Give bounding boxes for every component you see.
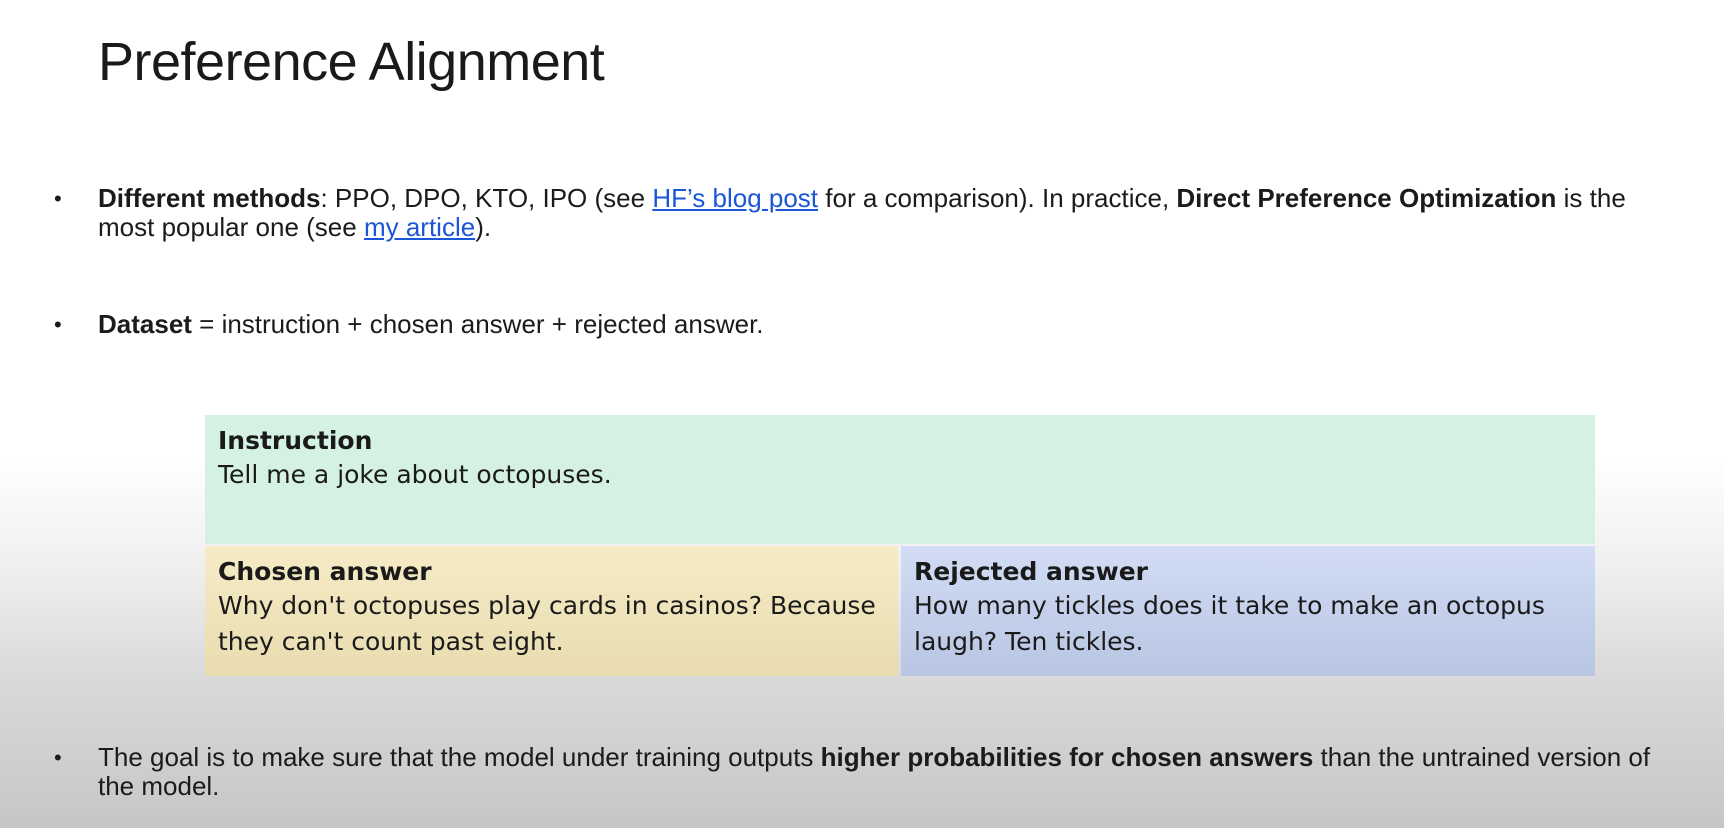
bullet-methods: • Different methods: PPO, DPO, KTO, IPO … <box>54 184 1674 242</box>
bullet-dot: • <box>54 745 62 770</box>
rejected-answer-label: Rejected answer <box>914 557 1148 586</box>
bullet-methods-text: Different methods: PPO, DPO, KTO, IPO (s… <box>98 184 1674 242</box>
my-article-link[interactable]: my article <box>364 212 475 242</box>
methods-list: : PPO, DPO, KTO, IPO (see <box>320 183 653 213</box>
dataset-heading: Dataset <box>98 309 192 339</box>
bullet-dot: • <box>54 312 62 337</box>
dataset-definition: = instruction + chosen answer + rejected… <box>191 309 764 339</box>
dpo-emphasis: Direct Preference Optimization <box>1176 183 1557 213</box>
chosen-answer-text: Why don't octopuses play cards in casino… <box>218 591 876 656</box>
goal-text-start: The goal is to make sure that the model … <box>98 742 821 772</box>
goal-emphasis: higher probabilities for chosen answers <box>820 742 1314 772</box>
rejected-answer-cell: Rejected answer How many tickles does it… <box>901 546 1595 676</box>
instruction-text: Tell me a joke about octopuses. <box>218 460 612 489</box>
bullet-dataset-text: Dataset = instruction + chosen answer + … <box>98 310 1674 339</box>
page-title: Preference Alignment <box>98 32 605 92</box>
bullet-dataset: • Dataset = instruction + chosen answer … <box>54 310 1674 339</box>
instruction-cell: Instruction Tell me a joke about octopus… <box>205 415 1595 544</box>
bullet-dot: • <box>54 186 62 211</box>
hf-blog-post-link[interactable]: HF’s blog post <box>652 183 818 213</box>
methods-end-text: ). <box>475 212 492 242</box>
methods-comparison-text: for a comparison). In practice, <box>818 183 1177 213</box>
instruction-label: Instruction <box>218 426 373 455</box>
methods-heading: Different methods <box>98 183 321 213</box>
chosen-answer-cell: Chosen answer Why don't octopuses play c… <box>205 546 898 676</box>
chosen-answer-label: Chosen answer <box>218 557 432 586</box>
bullet-goal-text: The goal is to make sure that the model … <box>98 743 1674 801</box>
bullet-goal: • The goal is to make sure that the mode… <box>54 743 1674 801</box>
slide: Preference Alignment • Different methods… <box>0 0 1724 828</box>
rejected-answer-text: How many tickles does it take to make an… <box>914 591 1545 656</box>
